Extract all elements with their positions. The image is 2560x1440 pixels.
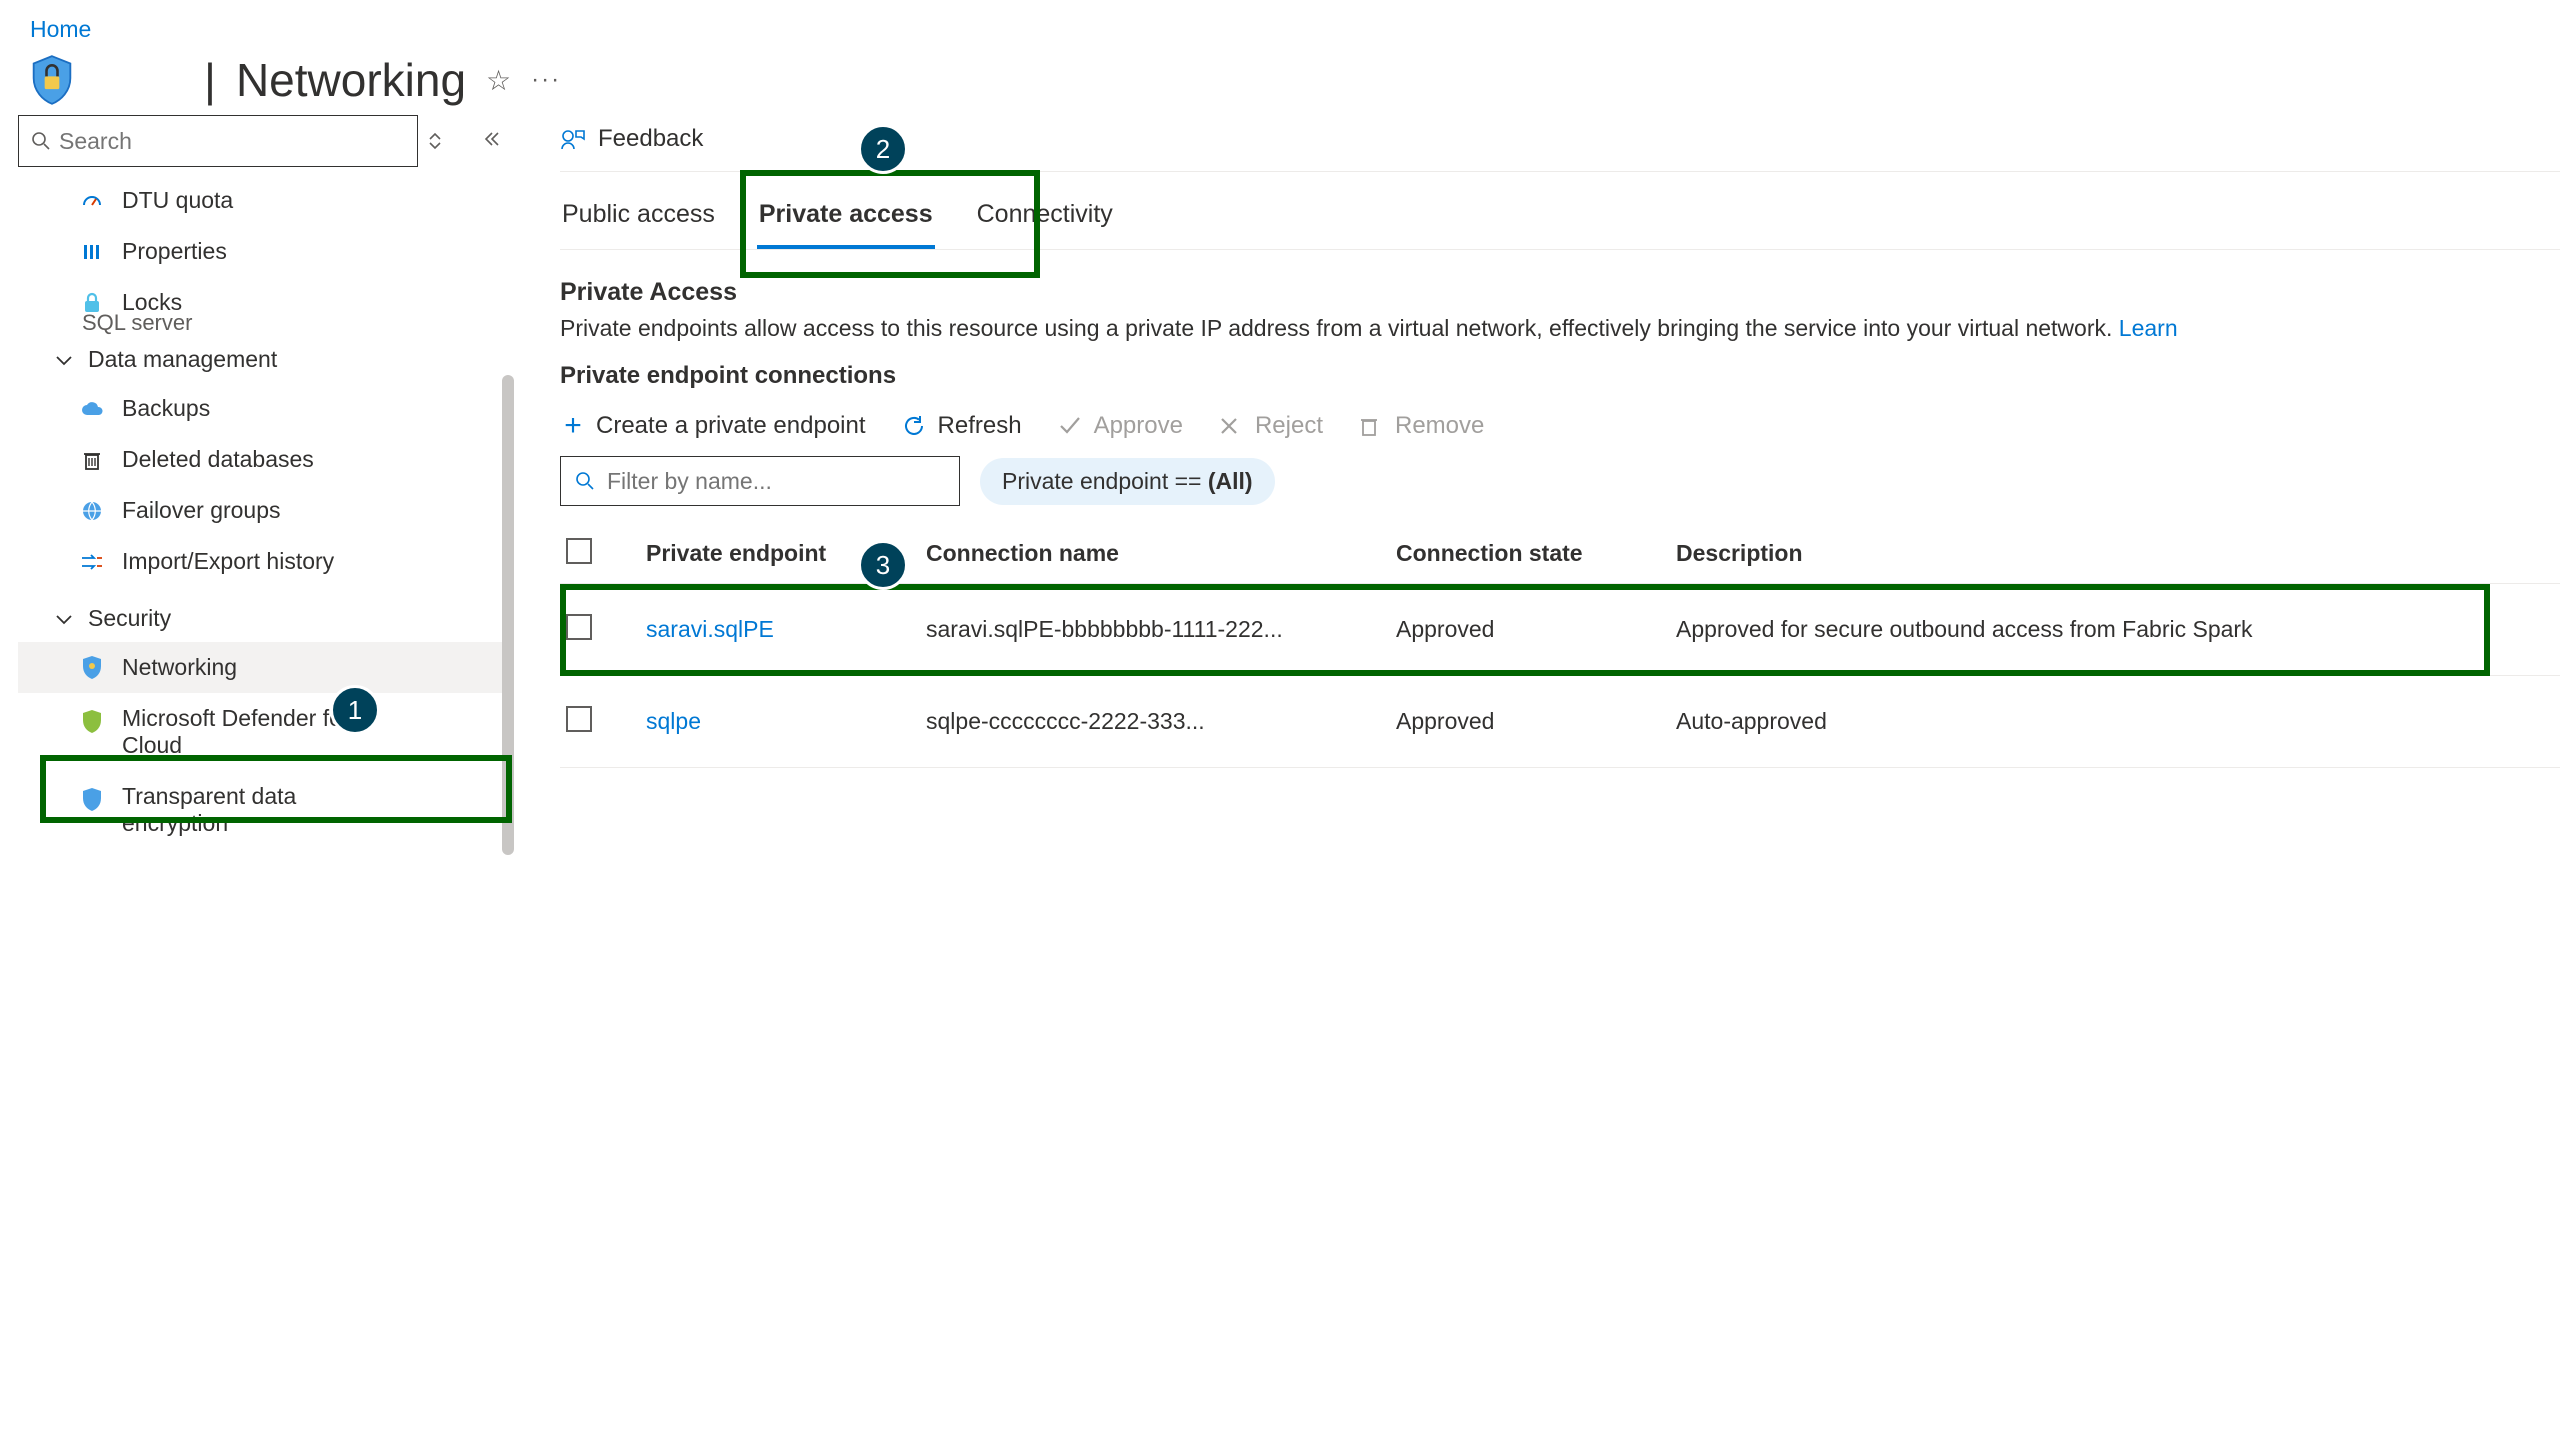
feedback-button[interactable]: Feedback xyxy=(560,125,703,153)
tab-public-access[interactable]: Public access xyxy=(560,192,717,249)
col-connection-name[interactable]: Connection name xyxy=(920,532,1390,575)
sidebar: DTU quota Properties Locks Data manageme… xyxy=(0,115,520,1355)
breadcrumb-home[interactable]: Home xyxy=(30,16,91,42)
filter-input[interactable] xyxy=(607,468,945,495)
trash-icon xyxy=(1359,415,1385,437)
close-icon xyxy=(1219,416,1245,436)
sidebar-item-label: Deleted databases xyxy=(122,446,314,473)
row-checkbox[interactable] xyxy=(566,706,592,732)
filters-row: Private endpoint == (All) xyxy=(560,456,2560,506)
sidebar-item-label: Backups xyxy=(122,395,210,422)
sidebar-item-label: Import/Export history xyxy=(122,548,334,575)
sidebar-item-dtu-quota[interactable]: DTU quota xyxy=(18,175,502,226)
globe-icon xyxy=(78,499,106,523)
feedback-label: Feedback xyxy=(598,125,703,153)
sidebar-item-label: Networking xyxy=(122,654,237,681)
reject-button[interactable]: Reject xyxy=(1219,412,1323,440)
cell-connection-state: Approved xyxy=(1390,608,1670,651)
sidebar-search-input[interactable] xyxy=(59,128,405,155)
sidebar-nav: DTU quota Properties Locks Data manageme… xyxy=(18,175,502,1355)
table-row[interactable]: sqlpe sqlpe-cccccccc-2222-333... Approve… xyxy=(560,676,2560,768)
sidebar-item-networking[interactable]: Networking xyxy=(18,642,502,693)
sidebar-section-data-management[interactable]: Data management xyxy=(18,328,502,383)
sidebar-scrollbar[interactable] xyxy=(502,375,514,855)
endpoint-link[interactable]: sqlpe xyxy=(640,700,920,743)
sidebar-item-label: Properties xyxy=(122,238,227,265)
page-header: | Networking ☆ ··· xyxy=(0,53,2560,115)
cell-description: Auto-approved xyxy=(1670,700,2470,743)
remove-button[interactable]: Remove xyxy=(1359,412,1484,440)
filter-pill[interactable]: Private endpoint == (All) xyxy=(980,458,1275,505)
shield-check-icon xyxy=(78,709,106,735)
sidebar-section-label: Security xyxy=(88,605,171,632)
sidebar-item-defender[interactable]: Microsoft Defender for Cloud xyxy=(18,693,502,771)
annotation-badge-3: 3 xyxy=(858,540,908,590)
select-all-checkbox[interactable] xyxy=(566,538,592,564)
sidebar-item-label: Locks xyxy=(122,289,182,316)
breadcrumb: Home xyxy=(0,0,2560,53)
properties-icon xyxy=(78,240,106,264)
sidebar-item-deleted-databases[interactable]: Deleted databases xyxy=(18,434,502,485)
import-export-icon xyxy=(78,552,106,572)
sidebar-item-tde[interactable]: Transparent data encryption xyxy=(18,771,502,849)
section-description: Private endpoints allow access to this r… xyxy=(560,315,2560,342)
approve-button[interactable]: Approve xyxy=(1058,412,1183,440)
table-row[interactable]: saravi.sqlPE saravi.sqlPE-bbbbbbbb-1111-… xyxy=(560,584,2560,676)
annotation-badge-2: 2 xyxy=(858,124,908,174)
endpoints-table: Private endpoint Connection name Connect… xyxy=(560,524,2560,768)
main-content: Feedback Public access Private access Co… xyxy=(520,115,2560,1355)
sql-server-shield-icon xyxy=(30,54,74,106)
cloud-icon xyxy=(78,399,106,419)
chevron-down-icon xyxy=(50,354,78,366)
tab-connectivity[interactable]: Connectivity xyxy=(975,192,1115,249)
sidebar-search[interactable] xyxy=(18,115,418,167)
col-connection-state[interactable]: Connection state xyxy=(1390,532,1670,575)
favorite-star-icon[interactable]: ☆ xyxy=(486,64,511,97)
sidebar-item-label: DTU quota xyxy=(122,187,233,214)
cell-connection-name: sqlpe-cccccccc-2222-333... xyxy=(920,700,1390,743)
create-endpoint-button[interactable]: + Create a private endpoint xyxy=(560,412,866,440)
sidebar-item-backups[interactable]: Backups xyxy=(18,383,502,434)
endpoint-link[interactable]: saravi.sqlPE xyxy=(640,608,920,651)
page-title: Networking xyxy=(236,53,466,107)
sidebar-item-label: Transparent data encryption xyxy=(122,783,402,837)
tab-private-access[interactable]: Private access xyxy=(757,192,935,249)
gauge-icon xyxy=(78,189,106,213)
sidebar-section-label: Data management xyxy=(88,346,277,373)
refresh-button[interactable]: Refresh xyxy=(902,412,1022,440)
chevron-down-icon xyxy=(50,613,78,625)
filter-by-name[interactable] xyxy=(560,456,960,506)
search-icon xyxy=(31,131,51,151)
shield-icon xyxy=(78,655,106,681)
col-description[interactable]: Description xyxy=(1670,532,2470,575)
shield-key-icon xyxy=(78,787,106,813)
section-title: Private Access xyxy=(560,278,2560,307)
actions-toolbar: + Create a private endpoint Refresh Appr… xyxy=(560,404,2560,456)
sidebar-item-failover-groups[interactable]: Failover groups xyxy=(18,485,502,536)
expand-collapse-icon[interactable] xyxy=(428,131,442,151)
sidebar-item-properties[interactable]: Properties xyxy=(18,226,502,277)
check-icon xyxy=(1058,416,1084,436)
lock-icon xyxy=(78,291,106,315)
collapse-sidebar-icon[interactable] xyxy=(482,131,502,151)
row-checkbox[interactable] xyxy=(566,614,592,640)
sidebar-section-security[interactable]: Security xyxy=(18,587,502,642)
sidebar-item-locks[interactable]: Locks xyxy=(18,277,502,328)
learn-link[interactable]: Learn xyxy=(2119,315,2178,341)
cell-description: Approved for secure outbound access from… xyxy=(1670,608,2470,651)
title-separator: | xyxy=(204,53,216,107)
sidebar-item-label: Failover groups xyxy=(122,497,281,524)
more-icon[interactable]: ··· xyxy=(531,66,561,94)
annotation-badge-1: 1 xyxy=(330,685,380,735)
plus-icon: + xyxy=(560,416,586,436)
feedback-icon xyxy=(560,127,586,151)
tabs: Public access Private access Connectivit… xyxy=(560,172,2560,250)
cell-connection-state: Approved xyxy=(1390,700,1670,743)
search-icon xyxy=(575,471,595,491)
refresh-icon xyxy=(902,414,928,438)
subheader: Private endpoint connections xyxy=(560,362,2560,390)
cell-connection-name: saravi.sqlPE-bbbbbbbb-1111-222... xyxy=(920,608,1390,651)
sidebar-item-import-export[interactable]: Import/Export history xyxy=(18,536,502,587)
trash-icon xyxy=(78,448,106,472)
